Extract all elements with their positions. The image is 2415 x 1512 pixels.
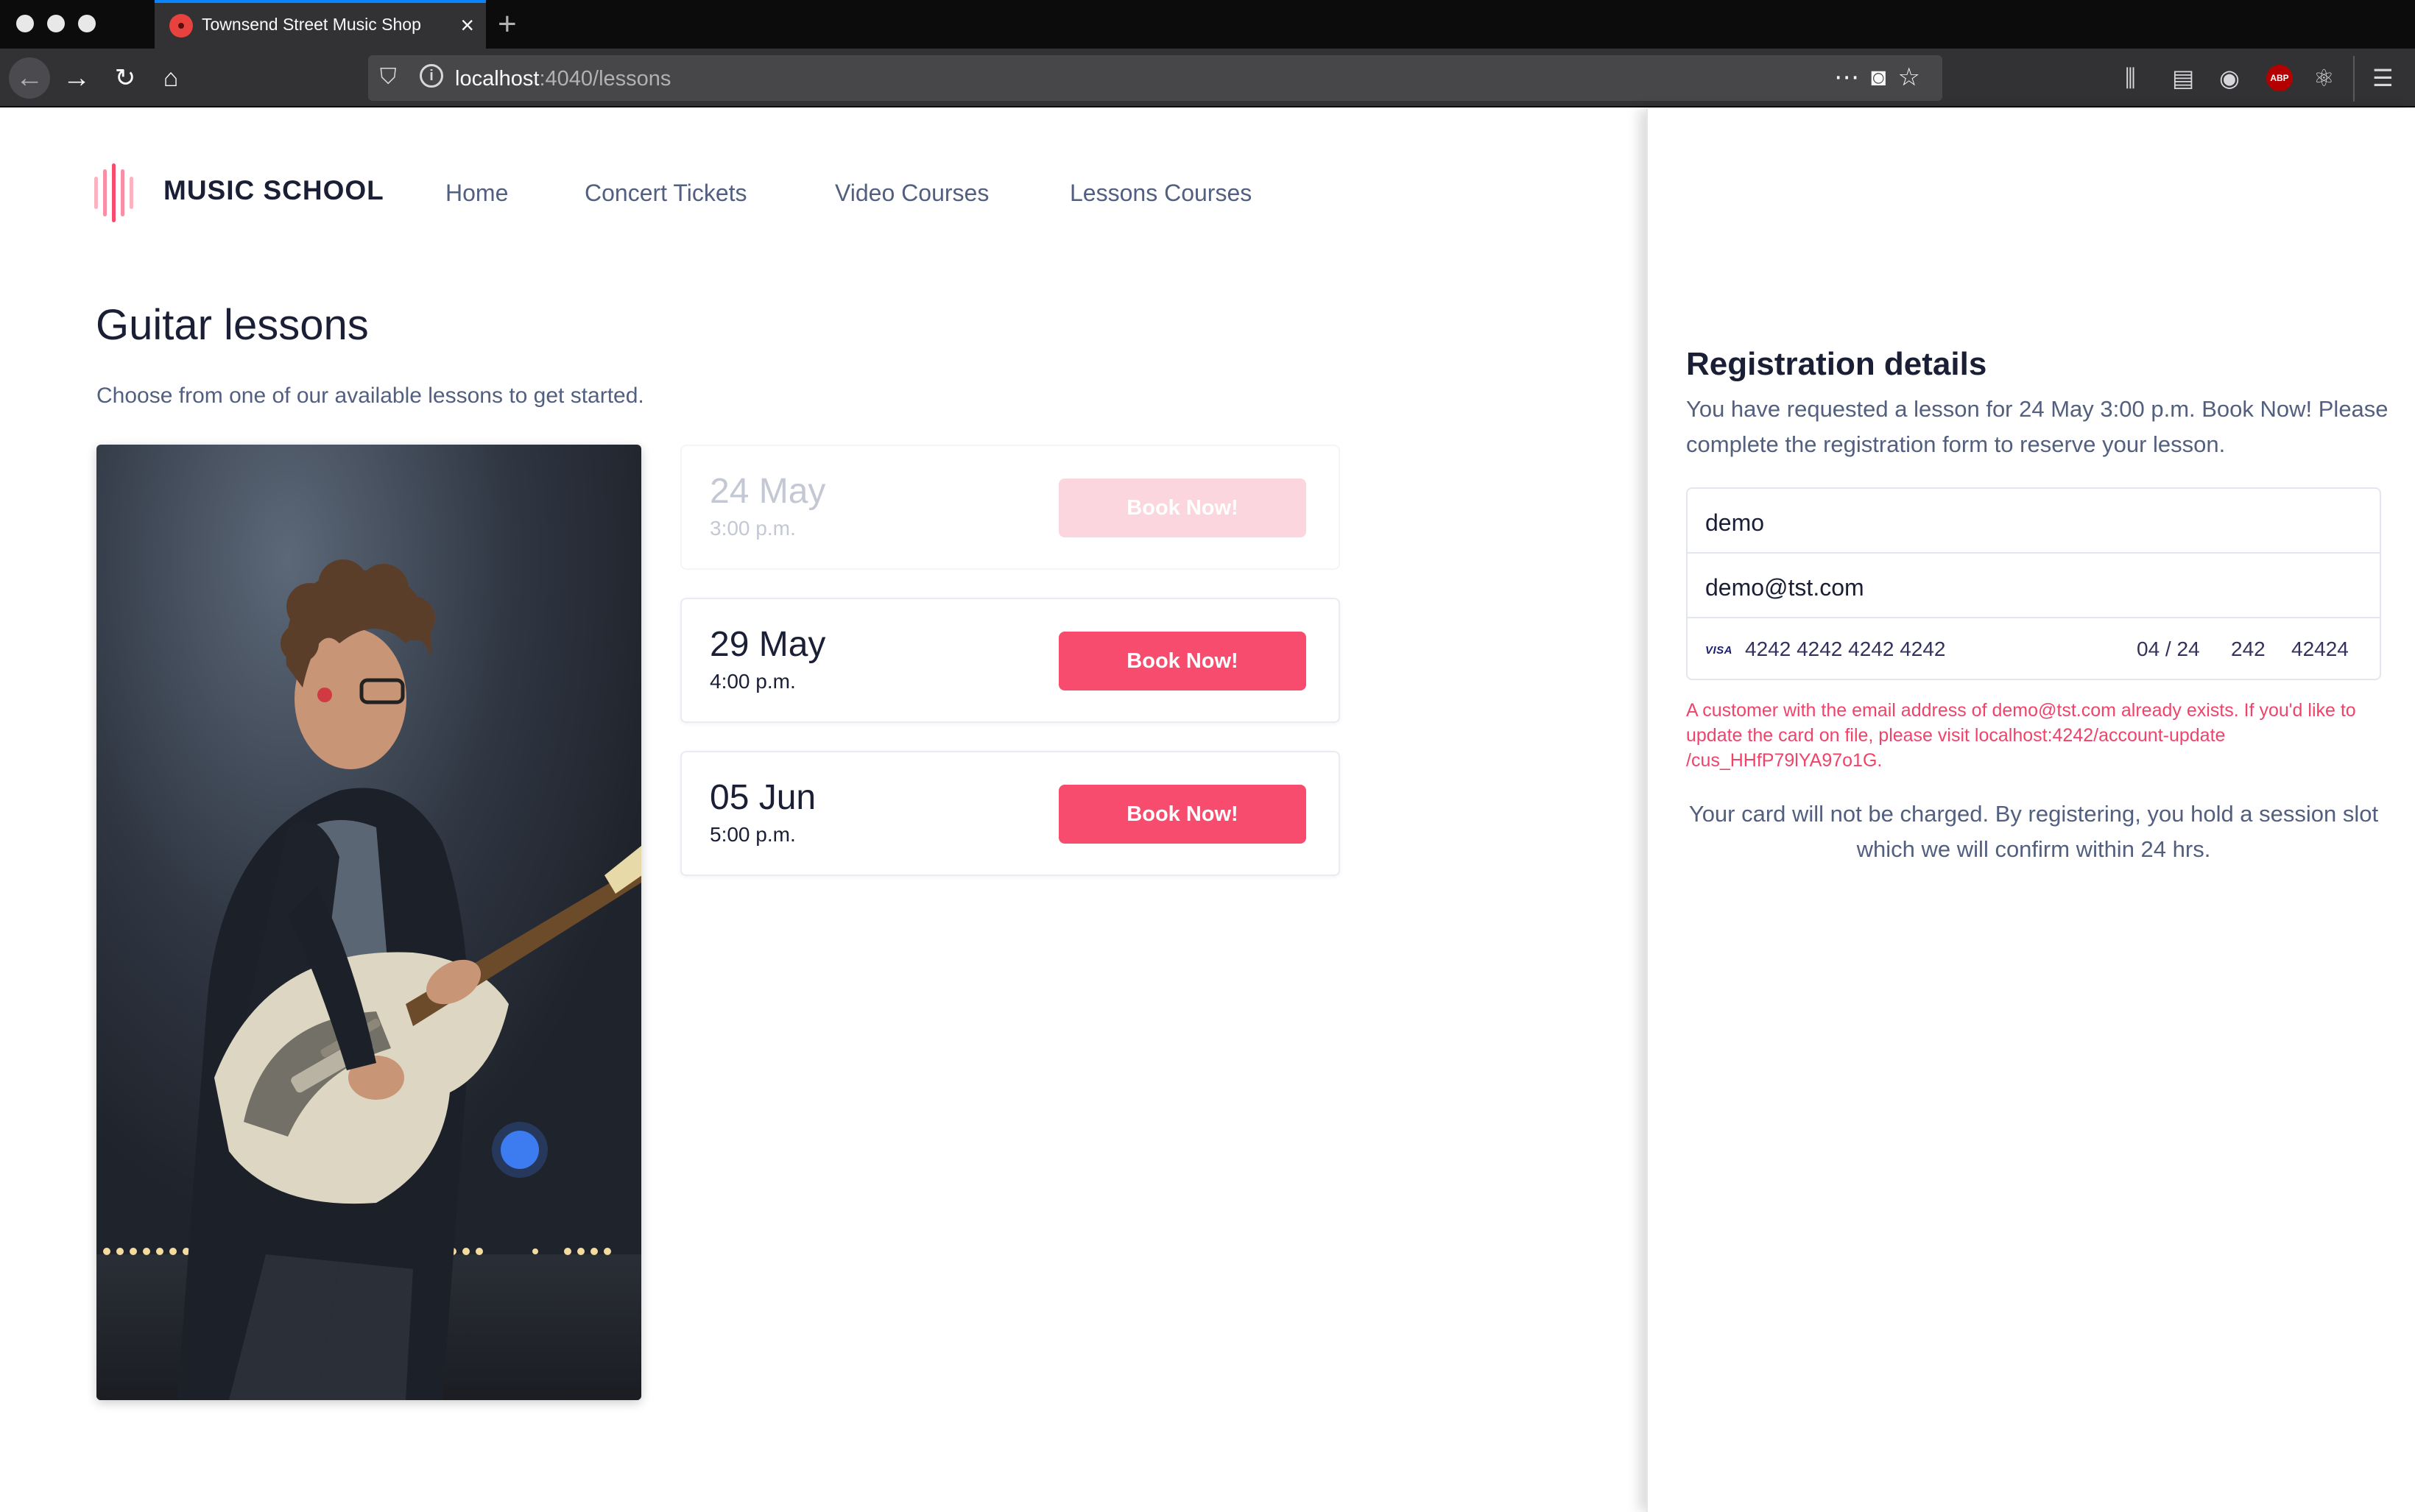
card-cvc-input[interactable]: 242 bbox=[2231, 637, 2266, 661]
address-bar[interactable]: ⛉ i localhost:4040/lessons ⋯◙☆ bbox=[368, 55, 1942, 101]
card-expiry-input[interactable]: 04 / 24 bbox=[2137, 637, 2200, 661]
registration-form: demo demo@tst.com VISA 4242 4242 4242 42… bbox=[1686, 487, 2381, 680]
book-now-button[interactable]: Book Now! bbox=[1059, 478, 1306, 537]
card-element[interactable]: VISA 4242 4242 4242 4242 04 / 24 242 424… bbox=[1688, 618, 2380, 680]
more-icon[interactable]: ⋯ bbox=[1834, 63, 1871, 91]
lesson-card: 05 Jun 5:00 p.m. Book Now! bbox=[680, 751, 1340, 876]
close-tab-icon[interactable]: × bbox=[460, 10, 474, 40]
logo-text[interactable]: MUSIC SCHOOL bbox=[163, 175, 384, 206]
reload-icon[interactable]: ↻ bbox=[105, 57, 146, 99]
pocket-icon[interactable]: ◙ bbox=[1871, 63, 1898, 91]
registration-title: Registration details bbox=[1686, 346, 1987, 382]
nav-video-courses[interactable]: Video Courses bbox=[835, 180, 989, 207]
visa-card-icon: VISA bbox=[1705, 644, 1733, 657]
lesson-date: 24 May bbox=[710, 472, 826, 511]
home-icon[interactable]: ⌂ bbox=[150, 57, 191, 99]
nav-concert-tickets[interactable]: Concert Tickets bbox=[585, 180, 747, 207]
registration-panel: Registration details You have requested … bbox=[1646, 109, 2415, 1512]
browser-tab-active[interactable]: Townsend Street Music Shop × bbox=[155, 0, 486, 49]
nav-lessons-courses[interactable]: Lessons Courses bbox=[1070, 180, 1252, 207]
name-field[interactable]: demo bbox=[1688, 489, 2380, 554]
book-now-button[interactable]: Book Now! bbox=[1059, 785, 1306, 844]
window-minimize-control[interactable] bbox=[47, 15, 65, 32]
url-text[interactable]: localhost:4040/lessons bbox=[455, 67, 671, 91]
lesson-time: 3:00 p.m. bbox=[710, 517, 796, 540]
window-zoom-control[interactable] bbox=[78, 15, 96, 32]
lesson-time: 5:00 p.m. bbox=[710, 823, 796, 846]
account-icon[interactable]: ◉ bbox=[2219, 65, 2240, 91]
sidebar-icon[interactable]: ▤ bbox=[2172, 65, 2194, 91]
registration-description: You have requested a lesson for 24 May 3… bbox=[1686, 396, 2388, 457]
extension-icon[interactable]: ⚛ bbox=[2313, 65, 2335, 91]
error-message: A customer with the email address of dem… bbox=[1686, 700, 2356, 771]
url-host: localhost bbox=[455, 67, 540, 91]
bookmark-star-icon[interactable]: ☆ bbox=[1898, 63, 1932, 91]
lesson-card: 24 May 3:00 p.m. Book Now! bbox=[680, 445, 1340, 570]
nav-home[interactable]: Home bbox=[445, 180, 508, 207]
browser-toolbar: ← → ↻ ⌂ ⛉ i localhost:4040/lessons ⋯◙☆ ⫼… bbox=[0, 49, 2415, 107]
shield-icon[interactable]: ⛉ bbox=[380, 65, 397, 90]
card-zip-input[interactable]: 42424 bbox=[2291, 637, 2349, 661]
lesson-card: 29 May 4:00 p.m. Book Now! bbox=[680, 598, 1340, 723]
window-close-control[interactable] bbox=[16, 15, 34, 32]
card-number-input[interactable]: 4242 4242 4242 4242 bbox=[1745, 637, 1946, 661]
forward-icon[interactable]: → bbox=[56, 57, 97, 99]
site-favicon-icon bbox=[169, 14, 193, 38]
browser-tab-bar: Townsend Street Music Shop × + bbox=[0, 0, 2415, 49]
lesson-date: 29 May bbox=[710, 625, 826, 664]
guitarist-photo bbox=[96, 445, 641, 1400]
email-field[interactable]: demo@tst.com bbox=[1688, 554, 2380, 618]
menu-icon[interactable]: ☰ bbox=[2372, 65, 2394, 91]
page-content: MUSIC SCHOOL Home Concert Tickets Video … bbox=[0, 109, 1646, 1512]
back-icon[interactable]: ← bbox=[9, 57, 50, 99]
info-icon[interactable]: i bbox=[420, 64, 443, 88]
lesson-time: 4:00 p.m. bbox=[710, 670, 796, 693]
library-icon[interactable]: ⫼ bbox=[2125, 65, 2136, 91]
toolbar-separator bbox=[2353, 56, 2355, 102]
url-actions: ⋯◙☆ bbox=[1834, 63, 1932, 92]
page-title: Guitar lessons bbox=[96, 301, 369, 349]
lesson-date: 05 Jun bbox=[710, 778, 817, 817]
charge-notice: Your card will not be charged. By regist… bbox=[1688, 801, 2379, 862]
new-tab-icon[interactable]: + bbox=[498, 6, 517, 43]
page-subtitle: Choose from one of our available lessons… bbox=[96, 384, 644, 408]
url-path: :4040/lessons bbox=[539, 67, 671, 91]
book-now-button[interactable]: Book Now! bbox=[1059, 632, 1306, 690]
tab-title: Townsend Street Music Shop bbox=[202, 15, 421, 34]
adblock-icon[interactable]: ABP bbox=[2266, 65, 2293, 91]
